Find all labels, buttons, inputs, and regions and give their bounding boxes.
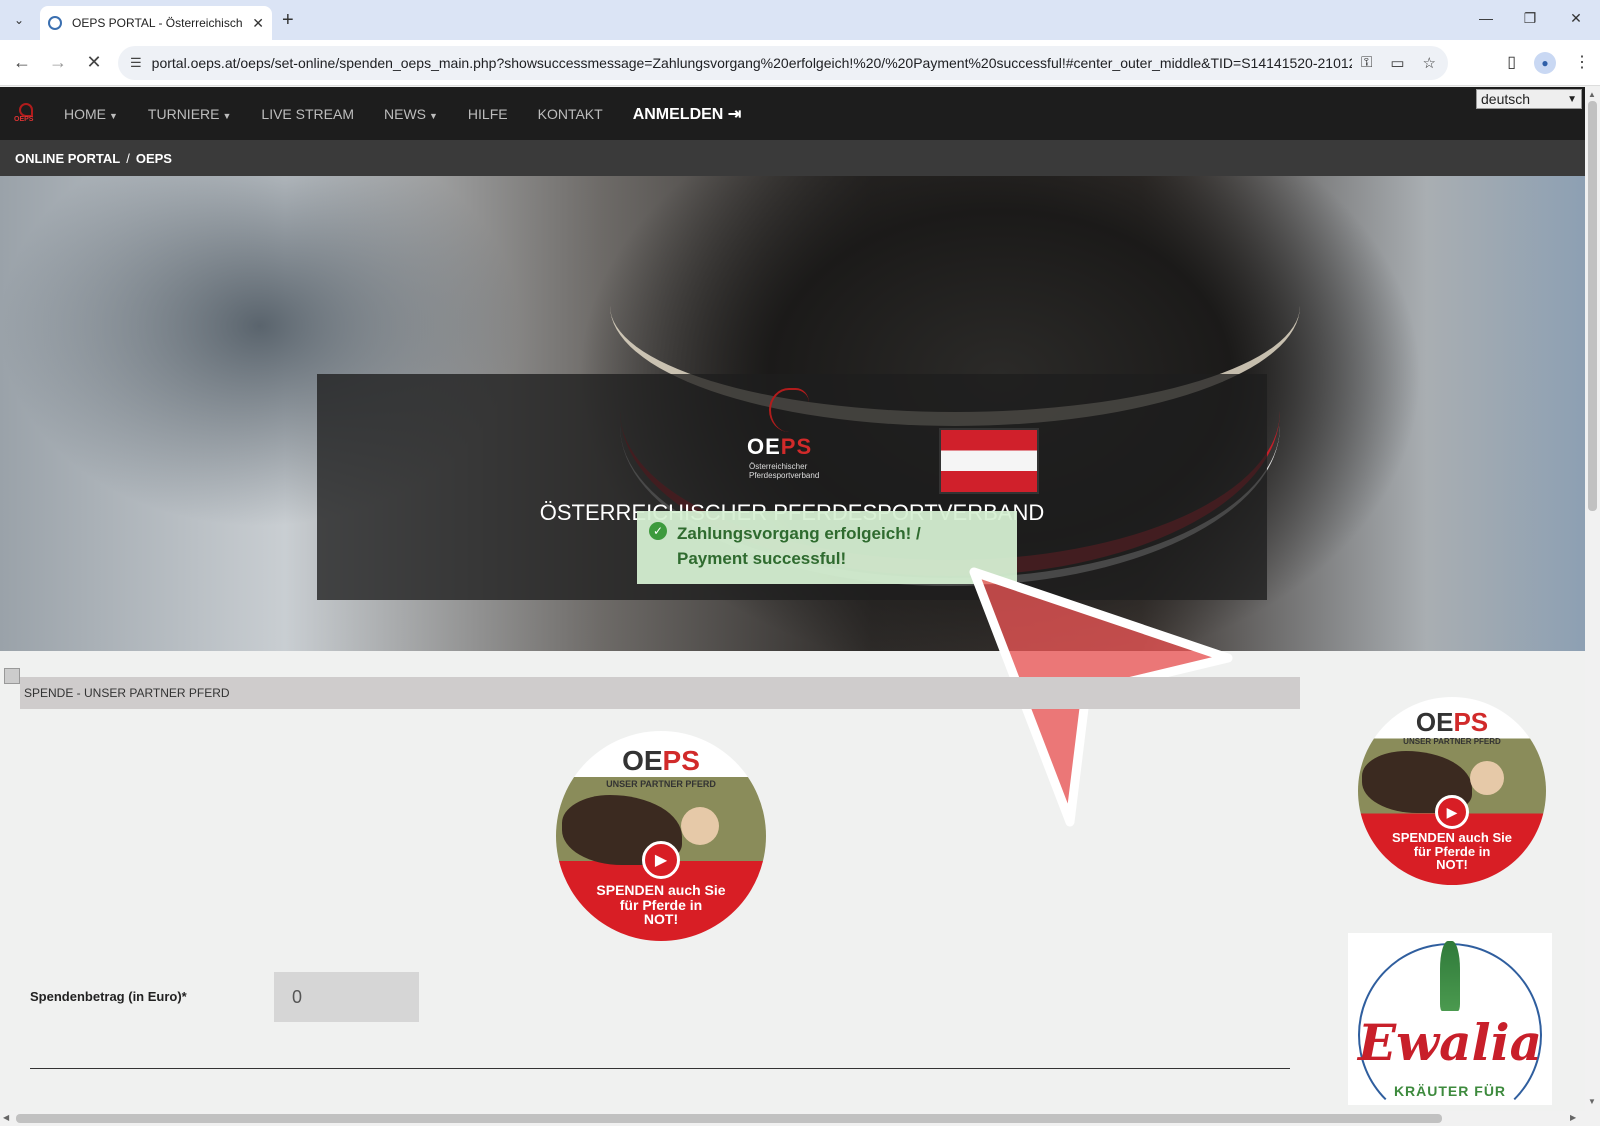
nav-turniere[interactable]: TURNIERE ▼ <box>148 106 231 122</box>
login-label: ANMELDEN <box>632 105 724 123</box>
oeps-hero-logo: OEPS Österreichischer Pferdesportverband <box>747 384 837 484</box>
window-minimize-icon[interactable]: — <box>1476 10 1496 26</box>
site-favicon-icon <box>48 16 62 30</box>
badge-girl-image <box>681 807 719 845</box>
breadcrumb-separator: / <box>126 150 130 166</box>
browser-tab[interactable]: OEPS PORTAL - Österreichischer ✕ <box>40 6 272 40</box>
tab-search-chevron-icon[interactable]: ⌄ <box>6 8 32 32</box>
side-panel-icon[interactable]: ▯ <box>1507 52 1516 74</box>
amount-label: Spendenbetrag (in Euro)* <box>30 989 187 1004</box>
check-circle-icon: ✓ <box>649 522 667 540</box>
sidebar-badge-cta: SPENDEN auch Sie für Pferde in NOT! <box>1358 831 1546 872</box>
sign-in-icon: ⇥ <box>727 105 742 123</box>
nav-live-stream[interactable]: LIVE STREAM <box>261 106 354 122</box>
bookmark-star-icon[interactable]: ☆ <box>1423 54 1436 72</box>
site-navbar: OEPS HOME ▼ TURNIERE ▼ LIVE STREAM NEWS ▼ H… <box>0 87 1585 140</box>
forward-arrow-icon[interactable]: → <box>46 52 70 73</box>
tab-close-icon[interactable]: ✕ <box>252 15 264 32</box>
amount-input[interactable] <box>274 972 419 1022</box>
scroll-up-arrow-icon[interactable]: ▲ <box>1588 90 1596 99</box>
vertical-scrollbar[interactable]: ▲ ▼ <box>1585 87 1600 1126</box>
breadcrumb: ONLINE PORTAL / OEPS <box>0 140 1585 176</box>
sidebar-badge-cta-line1: SPENDEN auch Sie <box>1392 830 1512 845</box>
scroll-down-arrow-icon[interactable]: ▼ <box>1588 1097 1596 1106</box>
vertical-scroll-thumb[interactable] <box>1588 101 1597 511</box>
austrian-flag-patch <box>939 428 1039 494</box>
ewalia-sponsor-logo[interactable]: Ewalia KRÄUTER FÜR <box>1348 933 1552 1105</box>
nav-news[interactable]: NEWS ▼ <box>384 106 438 122</box>
badge-cta: SPENDEN auch Sie für Pferde in NOT! <box>556 883 766 927</box>
breadcrumb-oeps[interactable]: OEPS <box>136 151 172 166</box>
nav-turniere-label: TURNIERE <box>147 105 220 122</box>
login-button[interactable]: ANMELDEN ⇥ <box>633 104 742 124</box>
section-header: SPENDE - UNSER PARTNER PFERD <box>20 677 1300 709</box>
sidebar-badge-cta-line3: NOT! <box>1436 857 1468 873</box>
oeps-logo-icon[interactable]: OEPS <box>14 102 40 125</box>
nav-hilfe[interactable]: HILFE <box>468 106 508 122</box>
back-arrow-icon[interactable]: ← <box>10 52 34 73</box>
sidebar-play-button-icon[interactable]: ▶ <box>1435 795 1469 829</box>
stop-loading-icon[interactable]: ✕ <box>82 52 106 73</box>
browser-tab-bar: ⌄ OEPS PORTAL - Österreichischer ✕ + — ❐… <box>0 0 1600 40</box>
nav-news-label: NEWS <box>384 105 426 122</box>
play-button-icon[interactable]: ▶ <box>642 841 680 879</box>
badge-cta-line3: NOT! <box>643 911 679 928</box>
oeps-logo-wordmark: OEPS <box>747 434 813 459</box>
nav-home-label: HOME <box>64 105 106 122</box>
donation-video-badge[interactable]: OEPS UNSER PARTNER PFERD ▶ SPENDEN auch … <box>556 731 766 941</box>
chevron-down-icon: ▼ <box>1567 93 1577 105</box>
password-key-icon[interactable]: ⚿ <box>1361 54 1372 72</box>
tab-title: OEPS PORTAL - Österreichischer <box>72 16 242 30</box>
profile-avatar-icon[interactable]: ● <box>1534 52 1556 74</box>
horizontal-scroll-thumb[interactable] <box>16 1114 1442 1123</box>
horse-head-icon <box>769 388 809 432</box>
site-info-icon[interactable]: ☰ <box>130 55 142 71</box>
scroll-right-arrow-icon[interactable]: ▶ <box>1570 1113 1576 1122</box>
form-divider <box>30 1068 1290 1069</box>
card-icon[interactable]: ▭ <box>1390 54 1404 72</box>
sidebar-badge-logo: OEPS <box>1415 707 1489 737</box>
badge-cta-line2: für Pferde in <box>619 896 703 913</box>
nav-kontakt[interactable]: KONTAKT <box>538 106 603 122</box>
caret-down-icon: ▼ <box>222 110 232 121</box>
url-text[interactable]: portal.oeps.at/oeps/set-online/spenden_o… <box>152 55 1352 71</box>
language-value: deutsch <box>1481 91 1531 107</box>
new-tab-plus-icon[interactable]: + <box>282 9 294 32</box>
window-restore-icon[interactable]: ❐ <box>1520 10 1540 27</box>
badge-logo: OEPS <box>622 745 700 776</box>
window-close-icon[interactable]: ✕ <box>1566 10 1586 27</box>
caret-down-icon: ▼ <box>429 110 438 121</box>
horizontal-scrollbar[interactable]: ◀ ▶ <box>0 1111 1585 1126</box>
scroll-left-arrow-icon[interactable]: ◀ <box>3 1113 9 1122</box>
browser-toolbar: ← → ✕ ☰ portal.oeps.at/oeps/set-online/s… <box>0 40 1600 86</box>
sidebar-badge-girl-image <box>1470 761 1504 795</box>
section-toggle-checkbox[interactable] <box>4 668 20 684</box>
toast-message-line2: Payment successful! <box>677 549 847 568</box>
caret-down-icon: ▼ <box>109 110 118 121</box>
ewalia-brand-name: Ewalia <box>1358 1013 1542 1072</box>
address-bar[interactable]: ☰ portal.oeps.at/oeps/set-online/spenden… <box>118 46 1448 80</box>
sidebar-badge-cta-line2: für Pferde in <box>1413 843 1491 859</box>
sidebar-donation-badge[interactable]: OEPS UNSER PARTNER PFERD ▶ SPENDEN auch … <box>1358 697 1546 885</box>
sidebar-badge-subtitle: UNSER PARTNER PFERD <box>1403 737 1501 746</box>
herb-bundle-icon <box>1440 941 1460 1011</box>
oeps-logo-subtitle: Österreichischer Pferdesportverband <box>749 462 820 480</box>
browser-menu-icon[interactable]: ⋮ <box>1574 52 1590 74</box>
ewalia-tagline: KRÄUTER FÜR <box>1393 1083 1507 1099</box>
nav-home[interactable]: HOME ▼ <box>64 106 118 122</box>
badge-subtitle: UNSER PARTNER PFERD <box>606 779 716 789</box>
badge-cta-line1: SPENDEN auch Sie <box>596 882 726 898</box>
breadcrumb-online-portal[interactable]: ONLINE PORTAL <box>15 151 120 166</box>
toast-message-line1: Zahlungsvorgang erfolgeich! / <box>677 524 921 543</box>
language-select[interactable]: deutsch ▼ <box>1476 89 1582 109</box>
